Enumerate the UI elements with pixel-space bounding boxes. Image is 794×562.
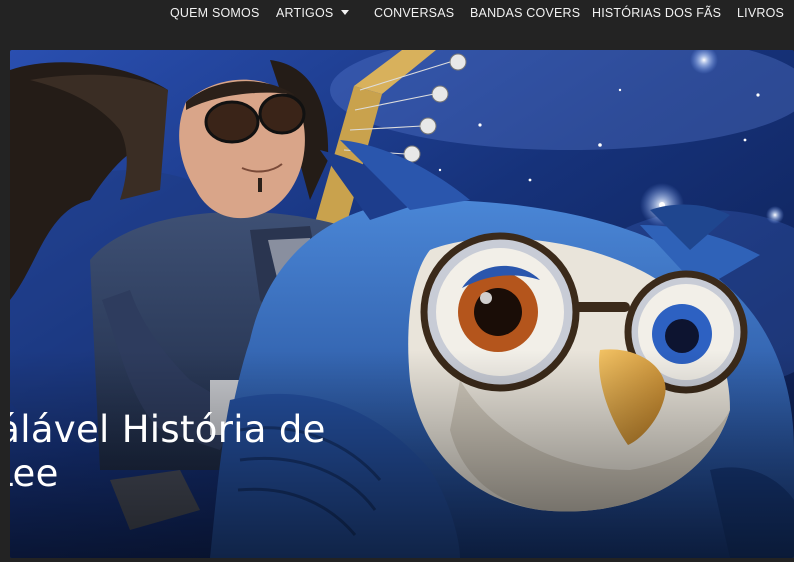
- nav-item-conversas[interactable]: CONVERSAS: [374, 5, 454, 21]
- nav-item-livros[interactable]: LIVROS: [737, 5, 784, 21]
- nav-item-label: ARTIGOS: [276, 6, 334, 20]
- chevron-down-icon: [341, 10, 350, 16]
- nav-item-artigos[interactable]: ARTIGOS: [276, 5, 350, 21]
- hero-title-line-2: y Lee: [10, 452, 59, 495]
- hero-title-line-1: ruálável História de: [10, 408, 326, 451]
- hero-banner[interactable]: ruálável História de y Lee: [10, 50, 794, 558]
- top-navigation: QUEM SOMOS ARTIGOS CONVERSAS BANDAS COVE…: [0, 0, 794, 44]
- hero-title: ruálável História de y Lee: [10, 408, 478, 496]
- nav-item-bandas-covers[interactable]: BANDAS COVERS: [470, 5, 580, 21]
- nav-item-quem-somos[interactable]: QUEM SOMOS: [170, 5, 260, 21]
- nav-item-historias-dos-fas[interactable]: HISTÓRIAS DOS FÃS: [592, 5, 721, 21]
